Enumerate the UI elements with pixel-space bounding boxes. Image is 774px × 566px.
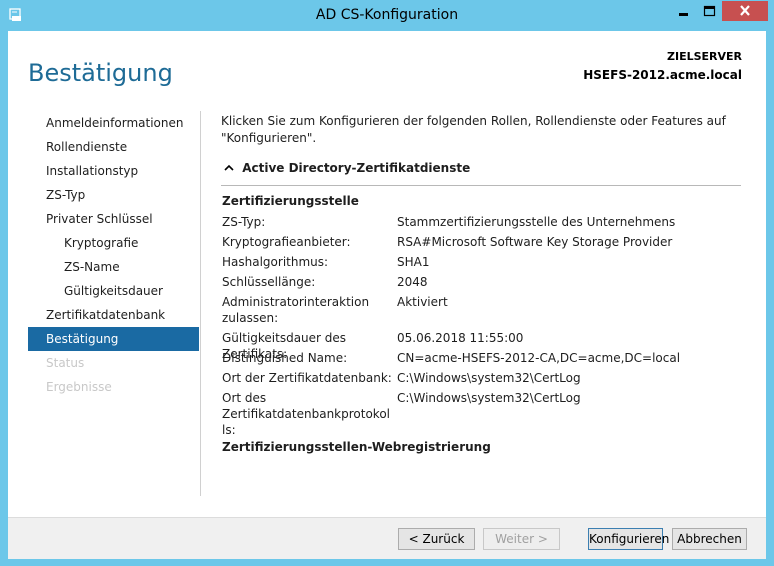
minimize-button[interactable] (670, 1, 696, 21)
configure-button[interactable]: Konfigurieren (588, 528, 669, 550)
wizard-client-area: Bestätigung ZIELSERVER HSEFS-2012.acme.l… (8, 31, 766, 559)
row-value-ort-protokoll: C:\Windows\system32\CertLog (397, 391, 581, 405)
row-value-kryptografieanbieter: RSA#Microsoft Software Key Storage Provi… (397, 235, 673, 249)
row-label-distinguished-name: Distinguished Name: (222, 351, 348, 365)
nav-item-privater-schluessel[interactable]: Privater Schlüssel (28, 207, 199, 231)
row-value-schluessellaenge: 2048 (397, 275, 428, 289)
title-bar[interactable]: AD CS-Konfiguration (0, 0, 774, 31)
nav-item-installationstyp[interactable]: Installationstyp (28, 159, 199, 183)
row-value-admininteraktion: Aktiviert (397, 295, 448, 309)
back-button[interactable]: < Zurück (398, 528, 475, 550)
row-value-distinguished-name: CN=acme-HSEFS-2012-CA,DC=acme,DC=local (397, 351, 681, 365)
nav-item-zs-name[interactable]: ZS-Name (28, 255, 199, 279)
row-label-kryptografieanbieter: Kryptografieanbieter: (222, 235, 351, 249)
row-label-ort-protokoll: Ort des Zertifikatdatenbankprotokolls: (222, 391, 390, 437)
row-value-gueltigkeitsdauer: 05.06.2018 11:55:00 (397, 331, 524, 345)
nav-divider (200, 111, 201, 496)
nav-item-ergebnisse: Ergebnisse (46, 380, 112, 394)
row-value-hashalgorithmus: SHA1 (397, 255, 430, 269)
close-icon (740, 5, 750, 16)
minimize-icon (679, 13, 688, 16)
app-window: AD CS-Konfiguration Bestätigung ZIELSERV… (0, 0, 774, 566)
wizard-footer: < Zurück Weiter > Konfigurieren Abbreche… (8, 517, 766, 559)
nav-item-zertifikatdatenbank[interactable]: Zertifikatdatenbank (28, 303, 199, 327)
nav-item-kryptografie[interactable]: Kryptografie (28, 231, 199, 255)
section-title: Active Directory-Zertifikatdienste (242, 161, 471, 175)
row-label-hashalgorithmus: Hashalgorithmus: (222, 255, 329, 269)
row-value-ort-datenbank: C:\Windows\system32\CertLog (397, 371, 581, 385)
row-label-ort-datenbank: Ort der Zertifikatdatenbank: (222, 371, 392, 385)
maximize-icon (703, 5, 716, 17)
chevron-up-icon (224, 161, 238, 175)
section-divider (221, 185, 741, 186)
nav-item-gueltigkeitsdauer[interactable]: Gültigkeitsdauer (28, 279, 199, 303)
close-button[interactable] (722, 1, 768, 21)
intro-text: Klicken Sie zum Konfigurieren der folgen… (221, 114, 726, 145)
next-button: Weiter > (483, 528, 560, 550)
group-title-webregistrierung: Zertifizierungsstellen-Webregistrierung (222, 440, 491, 454)
nav-item-zs-typ[interactable]: ZS-Typ (28, 183, 199, 207)
group-title-ca: Zertifizierungsstelle (222, 194, 359, 208)
section-header[interactable]: Active Directory-Zertifikatdienste (224, 161, 470, 175)
nav-item-bestaetigung[interactable]: Bestätigung (28, 327, 199, 351)
row-label-admininteraktion: Administratorinteraktion zulassen: (222, 295, 370, 325)
page-title: Bestätigung (28, 59, 173, 87)
maximize-button[interactable] (696, 1, 722, 21)
window-title: AD CS-Konfiguration (315, 7, 459, 23)
nav-item-anmeldeinformationen[interactable]: Anmeldeinformationen (28, 111, 199, 135)
target-server-label: ZIELSERVER (667, 50, 742, 63)
nav-item-rollendienste[interactable]: Rollendienste (28, 135, 199, 159)
row-label-zs-typ: ZS-Typ: (222, 215, 266, 229)
row-label-schluessellaenge: Schlüssellänge: (222, 275, 316, 289)
nav-item-status: Status (46, 356, 85, 370)
target-server-value: HSEFS-2012.acme.local (583, 68, 742, 82)
row-value-zs-typ: Stammzertifizierungsstelle des Unternehm… (397, 215, 676, 229)
cancel-button[interactable]: Abbrechen (672, 528, 747, 550)
